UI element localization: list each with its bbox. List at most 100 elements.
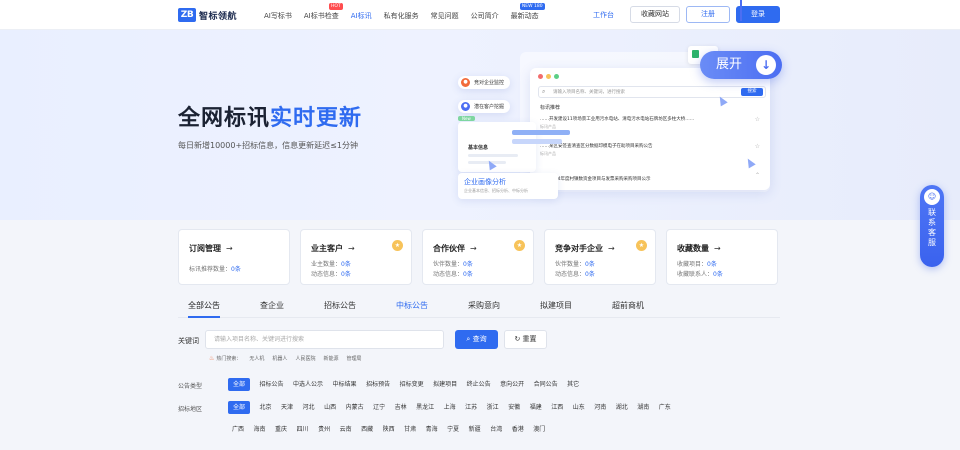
competitor-icon: ● xyxy=(461,78,470,87)
card-key: 收藏项目： xyxy=(677,261,708,268)
filter-option[interactable]: 浙江 xyxy=(487,401,499,414)
filter-option[interactable]: 江西 xyxy=(551,401,563,414)
filter-option[interactable]: 山西 xyxy=(324,401,336,414)
filter-option[interactable]: 云南 xyxy=(340,423,352,436)
card-competitors[interactable]: 竞争对手企业 → ★ 伙伴数量：0条 动态信息：0条 xyxy=(544,229,656,285)
customer-service-button[interactable]: ☺ 联系客服 xyxy=(920,185,944,267)
coin-icon: ★ xyxy=(636,240,647,251)
hot-word[interactable]: 新能源 xyxy=(323,355,338,362)
filter-option[interactable]: 青海 xyxy=(426,423,438,436)
filter-option[interactable]: 中选人公示 xyxy=(293,378,323,391)
filter-option[interactable]: 其它 xyxy=(567,378,579,391)
tab-planned[interactable]: 拟建项目 xyxy=(540,300,572,311)
filter-option[interactable]: 新疆 xyxy=(469,423,481,436)
filter-option[interactable]: 重庆 xyxy=(275,423,287,436)
tab-opportunity[interactable]: 超前商机 xyxy=(612,300,644,311)
hero-banner: 全网标讯实时更新 每日新增10000+招标信息，信息更新延迟≤1分钟 ⌕ 请输入… xyxy=(0,30,960,220)
filter-option[interactable]: 山东 xyxy=(573,401,585,414)
logo[interactable]: ZB 智标领航 xyxy=(178,8,237,22)
tab-company[interactable]: 查企业 xyxy=(260,300,284,311)
hot-word[interactable]: 管理局 xyxy=(346,355,361,362)
filter-option[interactable]: 招标变更 xyxy=(400,378,424,391)
filter-option[interactable]: 安徽 xyxy=(508,401,520,414)
tab-purchase-intent[interactable]: 采购意向 xyxy=(468,300,500,311)
feature-chip-customer: ● 潜在客户挖掘 xyxy=(458,100,511,113)
tab-tender[interactable]: 招标公告 xyxy=(324,300,356,311)
filter-option[interactable]: 甘肃 xyxy=(404,423,416,436)
register-button[interactable]: 注册 xyxy=(686,6,730,23)
nav-ai-write[interactable]: AI写标书 xyxy=(264,11,292,21)
filter-option[interactable]: 天津 xyxy=(281,401,293,414)
filter-option[interactable]: 湖南 xyxy=(637,401,649,414)
filter-option[interactable]: 陕西 xyxy=(383,423,395,436)
nav-ai-check[interactable]: AI标书检查 HOT xyxy=(304,3,343,21)
filter-option[interactable]: 河北 xyxy=(303,401,315,414)
filter-option[interactable]: 北京 xyxy=(260,401,272,414)
filter-option[interactable]: 澳门 xyxy=(533,423,545,436)
highlight-bar xyxy=(512,130,570,135)
filter-option[interactable]: 海南 xyxy=(254,423,266,436)
filter-option[interactable]: 贵州 xyxy=(318,423,330,436)
workbench-link[interactable]: 工作台 xyxy=(593,10,614,20)
filter-option[interactable]: 湖北 xyxy=(616,401,628,414)
filter-option[interactable]: 招标公告 xyxy=(260,378,284,391)
filter-option[interactable]: 终止公告 xyxy=(467,378,491,391)
tab-all[interactable]: 全部公告 xyxy=(188,300,220,318)
filter-option[interactable]: 福建 xyxy=(530,401,542,414)
service-label: 联系客服 xyxy=(928,208,936,247)
filter-option[interactable]: 台湾 xyxy=(490,423,502,436)
filter-option[interactable]: 拟建项目 xyxy=(433,378,457,391)
filter-option[interactable]: 河南 xyxy=(594,401,606,414)
filter-option[interactable]: 江苏 xyxy=(465,401,477,414)
query-button[interactable]: ⌕ 查询 xyxy=(455,330,498,349)
filter-option[interactable]: 吉林 xyxy=(395,401,407,414)
card-line: 动态信息：0条 xyxy=(555,269,595,278)
card-title: 竞争对手企业 → xyxy=(555,243,615,254)
filter-option[interactable]: 全部 xyxy=(228,378,251,391)
keyword-input-wrap xyxy=(205,330,444,349)
filter-option[interactable]: 中标结果 xyxy=(333,378,357,391)
hot-word[interactable]: 机器人 xyxy=(272,355,287,362)
nav-private-service[interactable]: 私有化服务 xyxy=(384,11,419,21)
filter-option[interactable]: 广东 xyxy=(659,401,671,414)
card-line: 业主数量：0条 xyxy=(311,259,351,268)
nav-label: 私有化服务 xyxy=(383,12,419,20)
card-subscription[interactable]: 订阅管理 → 标讯推荐数量：0条 xyxy=(178,229,290,285)
hot-word[interactable]: 无人机 xyxy=(249,355,264,362)
filter-option[interactable]: 宁夏 xyxy=(447,423,459,436)
nav-ai-bid-info[interactable]: AI标讯 xyxy=(351,11,372,21)
arrow-right-icon: → xyxy=(714,244,721,253)
card-favorites[interactable]: 收藏数量 → 收藏项目：0条 收藏联系人：0条 xyxy=(666,229,778,285)
nav-company[interactable]: 公司简介 xyxy=(471,11,499,21)
hot-word[interactable]: 人民医院 xyxy=(295,355,315,362)
bookmark-button[interactable]: 收藏网站 xyxy=(630,6,680,23)
filter-option[interactable]: 香港 xyxy=(512,423,524,436)
filter-option[interactable]: 四川 xyxy=(297,423,309,436)
filter-option[interactable]: 全部 xyxy=(228,401,251,414)
reset-button[interactable]: ↻ 重置 xyxy=(504,330,547,349)
keyword-input[interactable] xyxy=(206,331,443,348)
filter-option[interactable]: 合同公告 xyxy=(534,378,558,391)
feature-chip-competitor: ● 竞对企业监控 xyxy=(458,76,511,89)
filter-option[interactable]: 黑龙江 xyxy=(416,401,434,414)
filter-option[interactable]: 辽宁 xyxy=(373,401,385,414)
filter-option[interactable]: 广西 xyxy=(232,423,244,436)
mock-row-title: ……某区安签查清查区分数据印模电子在助项目采购公告 xyxy=(540,144,653,149)
login-button[interactable]: 登录 xyxy=(736,6,780,23)
card-partners[interactable]: 合作伙伴 → ★ 伙伴数量：0条 动态信息：0条 xyxy=(422,229,534,285)
filter-option[interactable]: 意向公开 xyxy=(500,378,524,391)
filter-option[interactable]: 上海 xyxy=(444,401,456,414)
nav-news[interactable]: 最新动态 NEW 180 xyxy=(511,3,545,21)
top-nav-bar: ZB 智标领航 AI写标书 AI标书检查 HOT AI标讯 私有化服务 常见问题 … xyxy=(0,0,960,30)
card-key: 业主数量： xyxy=(311,261,342,268)
filter-option[interactable]: 招标预告 xyxy=(366,378,390,391)
card-owner-clients[interactable]: 业主客户 → ★ 业主数量：0条 动态信息：0条 xyxy=(300,229,412,285)
filter-option[interactable]: 西藏 xyxy=(361,423,373,436)
nav-faq[interactable]: 常见问题 xyxy=(431,11,459,21)
card-key: 伙伴数量： xyxy=(555,261,586,268)
dot-icon xyxy=(538,74,543,79)
tab-award[interactable]: 中标公告 xyxy=(396,300,428,311)
expand-button[interactable]: 展开 ↓ xyxy=(700,51,782,79)
region-filter-label: 招标地区 xyxy=(178,406,203,413)
filter-option[interactable]: 内蒙古 xyxy=(346,401,364,414)
